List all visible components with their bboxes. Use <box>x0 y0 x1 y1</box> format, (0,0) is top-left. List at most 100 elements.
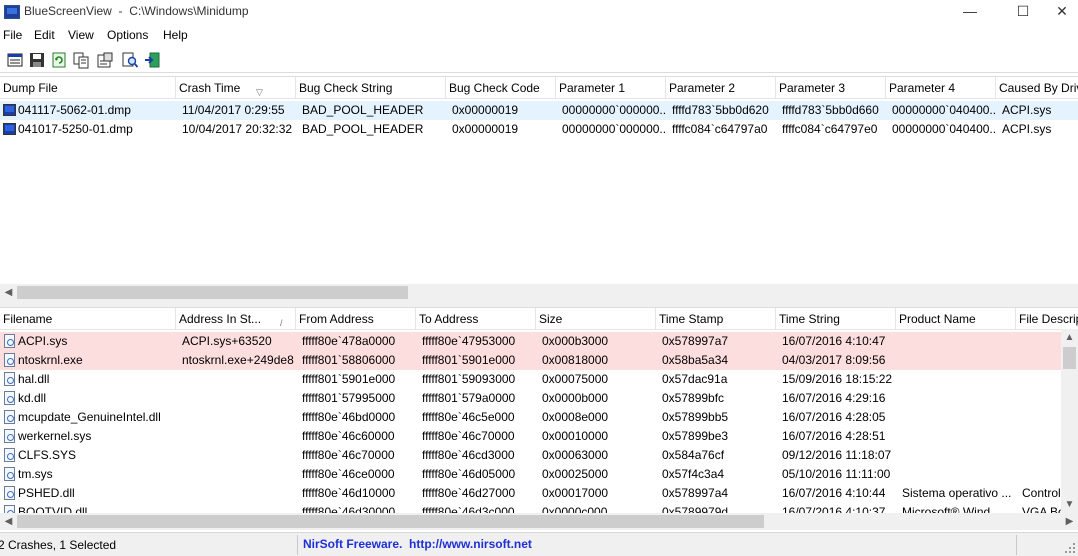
app-icon <box>4 5 20 19</box>
find-icon[interactable] <box>121 51 139 69</box>
module-row[interactable]: hal.dll fffff801`5901e000 fffff801`5909300… <box>0 370 1078 389</box>
module-row[interactable]: kd.dll fffff801`57995000 fffff801`579a0000… <box>0 389 1078 408</box>
crash-list-header: Dump File Crash Time ▽ Bug Check String … <box>0 77 1078 99</box>
crash-list: Dump File Crash Time ▽ Bug Check String … <box>0 76 1078 300</box>
size: 0x00010000 <box>542 429 609 443</box>
parameter-1: 00000000`000000... <box>562 103 666 117</box>
menu-options[interactable]: Options <box>107 28 148 42</box>
maximize-button[interactable]: ☐ <box>1000 0 1046 24</box>
time-string: 16/07/2016 4:28:05 <box>782 410 886 424</box>
status-separator <box>1016 535 1017 555</box>
product-name <box>899 389 1016 408</box>
crash-row[interactable]: 041117-5062-01.dmp 11/04/2017 0:29:55 BA… <box>0 101 1078 120</box>
column-filename[interactable]: Filename <box>0 308 176 330</box>
menu-help[interactable]: Help <box>163 28 188 42</box>
module-file-icon <box>4 486 15 500</box>
scrollbar-thumb[interactable] <box>17 286 408 299</box>
module-file-icon <box>4 429 15 443</box>
column-crash-time[interactable]: Crash Time ▽ <box>176 77 296 99</box>
module-row[interactable]: tm.sys fffff80e`46ce0000 fffff80e`46d05000… <box>0 465 1078 484</box>
scrollbar-thumb[interactable] <box>1063 347 1076 369</box>
product-name <box>899 351 1016 370</box>
filename: tm.sys <box>18 467 53 481</box>
parameter-2: ffffc084`c64797a0 <box>672 122 768 136</box>
options-icon[interactable] <box>96 51 114 69</box>
status-separator <box>297 535 298 555</box>
crash-row[interactable]: 041017-5250-01.dmp 10/04/2017 20:32:32 B… <box>0 120 1078 139</box>
nirsoft-link[interactable]: NirSoft Freeware. http://www.nirsoft.net <box>303 537 532 551</box>
scroll-left-arrow-icon[interactable]: ◀ <box>0 513 17 530</box>
column-parameter-4[interactable]: Parameter 4 <box>886 77 996 99</box>
scroll-down-arrow-icon[interactable]: ▼ <box>1061 496 1078 513</box>
module-list-horizontal-scrollbar[interactable]: ◀ ▶ <box>0 513 1078 530</box>
menu-view[interactable]: View <box>68 28 94 42</box>
address-in-stack <box>179 465 296 484</box>
column-time-string[interactable]: Time String <box>776 308 896 330</box>
column-dump-file[interactable]: Dump File <box>0 77 176 99</box>
close-button[interactable]: ✕ <box>1046 0 1078 24</box>
to-address: fffff80e`46c70000 <box>422 429 515 443</box>
time-stamp: 0x57899bfc <box>662 391 725 405</box>
exit-icon[interactable] <box>143 51 161 69</box>
parameter-4: 00000000`040400... <box>892 103 996 117</box>
column-file-description[interactable]: File Description <box>1016 308 1078 330</box>
panel-splitter[interactable] <box>0 300 1078 307</box>
column-to-address[interactable]: To Address <box>416 308 536 330</box>
address-in-stack: ntoskrnl.exe+249de8 <box>182 353 294 367</box>
resize-grip-icon[interactable] <box>1064 542 1076 554</box>
menu-edit[interactable]: Edit <box>34 28 55 42</box>
crash-list-horizontal-scrollbar[interactable]: ◀ <box>0 284 1078 300</box>
time-stamp: 0x57dac91a <box>662 372 728 386</box>
menu-file[interactable]: File <box>3 28 22 42</box>
scroll-right-arrow-icon[interactable]: ▶ <box>1061 513 1078 530</box>
product-name <box>899 427 1016 446</box>
module-list-vertical-scrollbar[interactable]: ▲ ▼ <box>1061 329 1078 513</box>
refresh-icon[interactable] <box>50 51 68 69</box>
minimize-button[interactable]: — <box>947 0 993 24</box>
save-icon[interactable] <box>28 51 46 69</box>
time-string: 16/07/2016 4:10:47 <box>782 334 886 348</box>
scroll-left-arrow-icon[interactable]: ◀ <box>0 284 17 300</box>
scroll-up-arrow-icon[interactable]: ▲ <box>1061 329 1078 346</box>
size: 0x0000b000 <box>542 391 609 405</box>
parameter-1: 00000000`000000... <box>562 122 666 136</box>
time-string: 04/03/2017 8:09:56 <box>782 353 886 367</box>
column-product-name[interactable]: Product Name <box>896 308 1016 330</box>
column-from-address[interactable]: From Address <box>296 308 416 330</box>
properties-icon[interactable] <box>6 51 24 69</box>
column-bug-check-code[interactable]: Bug Check Code <box>446 77 556 99</box>
time-string: 15/09/2016 18:15:22 <box>782 372 893 386</box>
column-parameter-1[interactable]: Parameter 1 <box>556 77 666 99</box>
column-size[interactable]: Size <box>536 308 656 330</box>
module-list-header: Filename Address In St... / From Address… <box>0 308 1078 330</box>
size: 0x00063000 <box>542 448 609 462</box>
from-address: fffff801`5901e000 <box>302 372 396 386</box>
scrollbar-thumb[interactable] <box>17 515 764 528</box>
address-in-stack <box>179 370 296 389</box>
copy-icon[interactable] <box>72 51 90 69</box>
parameter-3: ffffc084`c64797e0 <box>782 122 878 136</box>
module-row[interactable]: ntoskrnl.exe ntoskrnl.exe+249de8 fffff801`… <box>0 351 1078 370</box>
time-stamp: 0x57899be3 <box>662 429 729 443</box>
column-address-in-stack[interactable]: Address In St... / <box>176 308 296 330</box>
product-name <box>899 446 1016 465</box>
column-bug-check-string[interactable]: Bug Check String <box>296 77 446 99</box>
filename: kd.dll <box>18 391 47 405</box>
filename: PSHED.dll <box>18 486 75 500</box>
parameter-4: 00000000`040400... <box>892 122 996 136</box>
from-address: fffff80e`46c70000 <box>302 448 395 462</box>
module-row[interactable]: PSHED.dll fffff80e`46d10000 fffff80e`46d27… <box>0 484 1078 503</box>
module-row[interactable]: werkernel.sys fffff80e`46c60000 fffff80e`4… <box>0 427 1078 446</box>
filename: werkernel.sys <box>18 429 92 443</box>
column-time-stamp[interactable]: Time Stamp <box>656 308 776 330</box>
module-row[interactable]: mcupdate_GenuineIntel.dll fffff80e`46bd00… <box>0 408 1078 427</box>
address-in-stack <box>179 389 296 408</box>
time-string: 16/07/2016 4:28:51 <box>782 429 886 443</box>
time-string: 16/07/2016 4:29:16 <box>782 391 886 405</box>
column-caused-by-driver[interactable]: Caused By Driver <box>996 77 1078 99</box>
module-row[interactable]: CLFS.SYS fffff80e`46c70000 fffff80e`46cd30… <box>0 446 1078 465</box>
module-row[interactable]: ACPI.sys ACPI.sys+63520 fffff80e`478a0000 f… <box>0 332 1078 351</box>
column-parameter-2[interactable]: Parameter 2 <box>666 77 776 99</box>
filename: hal.dll <box>18 372 50 386</box>
column-parameter-3[interactable]: Parameter 3 <box>776 77 886 99</box>
